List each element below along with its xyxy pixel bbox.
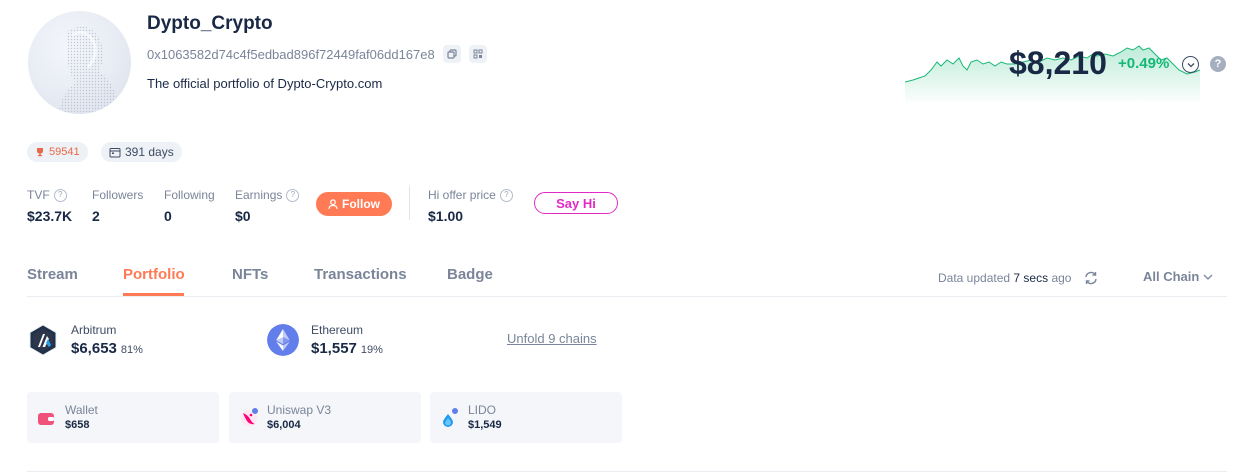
tab-stream[interactable]: Stream	[27, 266, 78, 283]
user-icon	[328, 198, 338, 209]
help-icon[interactable]: ?	[53, 188, 67, 202]
stat-earnings: Earnings? $0	[235, 188, 300, 224]
rank-value: 59541	[49, 146, 80, 158]
chain-value-row: $6,653 81%	[71, 340, 143, 357]
protocol-name: Wallet	[65, 403, 98, 417]
hi-offer-label: Hi offer price	[428, 188, 496, 202]
tvf-value: $23.7K	[27, 208, 73, 224]
say-hi-button[interactable]: Say Hi	[534, 192, 618, 214]
stat-followers[interactable]: Followers 2	[92, 188, 143, 224]
follow-button[interactable]: Follow	[316, 192, 392, 216]
following-value: 0	[164, 208, 172, 224]
avatar	[28, 11, 131, 114]
chain-value: $1,557	[311, 340, 357, 357]
tab-badge[interactable]: Badge	[447, 266, 493, 283]
active-tab-indicator	[123, 293, 184, 296]
lido-icon	[443, 407, 459, 427]
stats-divider	[409, 186, 410, 220]
chain-filter-dropdown[interactable]: All Chain	[1143, 269, 1213, 284]
section-divider	[27, 471, 1227, 472]
calendar-icon	[109, 147, 121, 157]
hi-offer-value: $1.00	[428, 208, 464, 224]
trophy-icon	[37, 148, 43, 157]
unfold-chains-link[interactable]: Unfold 9 chains	[507, 331, 597, 346]
tab-portfolio[interactable]: Portfolio	[123, 266, 185, 283]
net-worth-value: $8,210	[1009, 45, 1107, 81]
ethereum-icon	[267, 324, 299, 356]
help-icon[interactable]: ?	[1210, 56, 1226, 72]
following-label: Following	[164, 188, 215, 202]
protocol-name: Uniswap V3	[267, 403, 332, 417]
tvf-label: TVF	[27, 188, 50, 202]
follow-label: Follow	[342, 197, 380, 211]
chain-item-arbitrum[interactable]: Arbitrum $6,653 81%	[27, 323, 247, 358]
wallet-icon	[38, 413, 54, 425]
refresh-icon[interactable]	[1083, 270, 1099, 286]
chain-item-ethereum[interactable]: Ethereum $1,557 19%	[267, 323, 487, 358]
chevron-down-icon	[1203, 274, 1213, 280]
chain-percent: 19%	[360, 344, 383, 356]
protocol-value: $1,549	[468, 419, 502, 431]
stat-tvf: TVF? $23.7K	[27, 188, 72, 224]
protocol-card-uniswap[interactable]: Uniswap V3 $6,004	[229, 392, 421, 443]
chain-filter-label: All Chain	[1143, 269, 1200, 284]
net-worth-change: +0.49%	[1118, 55, 1170, 72]
stat-following[interactable]: Following 0	[164, 188, 215, 224]
protocol-name: LIDO	[468, 403, 497, 417]
chain-percent: 81%	[120, 344, 143, 356]
followers-label: Followers	[92, 188, 144, 202]
protocol-value: $6,004	[267, 419, 301, 431]
help-icon[interactable]: ?	[499, 188, 513, 202]
tab-transactions[interactable]: Transactions	[314, 266, 407, 283]
chain-value-row: $1,557 19%	[311, 340, 383, 357]
stat-hi-offer: Hi offer price? $1.00	[428, 188, 513, 224]
chevron-down-icon[interactable]	[1182, 56, 1199, 73]
data-updated-text: Data updated 7 secs ago	[938, 271, 1071, 285]
qr-code-icon[interactable]	[468, 45, 487, 63]
wallet-address: 0x1063582d74c4f5edbad896f72449faf06dd167…	[147, 46, 435, 62]
updated-prefix: Data updated	[938, 271, 1011, 285]
followers-value: 2	[92, 208, 100, 224]
protocol-card-wallet[interactable]: Wallet $658	[27, 392, 219, 443]
chain-value: $6,653	[71, 340, 117, 357]
earnings-label: Earnings	[235, 188, 283, 202]
earnings-value: $0	[235, 208, 251, 224]
days-value: 391 days	[125, 145, 174, 159]
tab-nfts[interactable]: NFTs	[232, 266, 268, 283]
protocol-card-lido[interactable]: LIDO $1,549	[430, 392, 622, 443]
updated-time: 7 secs	[1013, 271, 1049, 285]
profile-bio: The official portfolio of Dypto-Crypto.c…	[147, 76, 383, 91]
uniswap-icon	[241, 407, 259, 426]
chain-name: Ethereum	[311, 323, 364, 337]
copy-icon[interactable]	[442, 45, 461, 63]
profile-name: Dypto_Crypto	[147, 13, 273, 34]
protocol-value: $658	[65, 419, 90, 431]
arbitrum-icon	[29, 324, 57, 356]
updated-suffix: ago	[1051, 271, 1072, 285]
rank-badge: 59541	[27, 142, 88, 162]
chain-name: Arbitrum	[71, 323, 117, 337]
wallet-address-row: 0x1063582d74c4f5edbad896f72449faf06dd167…	[147, 45, 487, 63]
days-badge: 391 days	[101, 142, 182, 162]
help-icon[interactable]: ?	[286, 188, 300, 202]
tabs-divider	[27, 296, 1227, 297]
